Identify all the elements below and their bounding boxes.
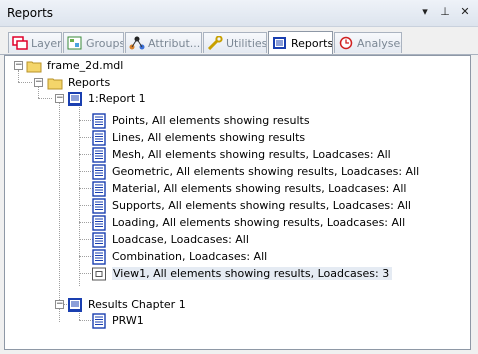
document-icon: [92, 231, 106, 248]
document-icon: [92, 180, 106, 197]
tab-label: Attribut...: [148, 36, 201, 50]
tree-item-combination[interactable]: Combination, Loadcases: All: [91, 248, 267, 265]
tree-item-prw1[interactable]: PRW1: [91, 312, 144, 329]
tab-label: Layers: [31, 36, 62, 50]
tree-item-label: Loading, All elements showing results, L…: [112, 216, 406, 229]
close-icon[interactable]: ✕: [458, 5, 472, 18]
tree-item-label: Supports, All elements showing results, …: [112, 199, 411, 212]
dropdown-arrow-icon[interactable]: ▾: [418, 5, 432, 18]
collapse-toggle[interactable]: −: [34, 78, 43, 87]
tree-node-chapter[interactable]: Results Chapter 1: [67, 296, 186, 313]
document-icon: [92, 112, 106, 129]
tree-node-label: frame_2d.mdl: [47, 59, 124, 72]
document-icon: [92, 129, 106, 146]
tree-item-points[interactable]: Points, All elements showing results: [91, 112, 310, 129]
tree-item-geometric[interactable]: Geometric, All elements showing results,…: [91, 163, 419, 180]
attributes-icon: [129, 36, 145, 50]
tab-label: Analyses: [357, 36, 402, 50]
tree-item-label: Loadcase, Loadcases: All: [112, 233, 249, 246]
groups-icon: [67, 36, 82, 50]
tab-label: Utilities: [226, 36, 267, 50]
tree-item-loadcase[interactable]: Loadcase, Loadcases: All: [91, 231, 249, 248]
tab-layers[interactable]: Layers: [8, 32, 62, 53]
tab-attributes[interactable]: Attribut...: [125, 32, 202, 53]
tree-item-view1[interactable]: View1, All elements showing results, Loa…: [91, 265, 393, 282]
folder-icon: [26, 61, 42, 72]
analyses-icon: [339, 36, 353, 50]
document-icon: [92, 197, 106, 214]
tree-item-loading[interactable]: Loading, All elements showing results, L…: [91, 214, 405, 231]
reports-tree[interactable]: − − − − frame_2d.mdl Reports 1:Report 1 …: [4, 55, 471, 350]
pin-icon[interactable]: ⊥: [438, 5, 452, 18]
document-icon: [92, 312, 106, 329]
utilities-icon: [207, 36, 223, 50]
tree-item-label: Lines, All elements showing results: [112, 131, 306, 144]
document-icon: [92, 248, 106, 265]
report-icon: [68, 91, 82, 106]
panel-titlebar: Reports ▾ ⊥ ✕: [0, 0, 478, 27]
tree-node-report[interactable]: 1:Report 1: [67, 90, 146, 107]
tree-item-label: Combination, Loadcases: All: [112, 250, 268, 263]
tree-item-label: Points, All elements showing results: [112, 114, 310, 127]
tree-item-supports[interactable]: Supports, All elements showing results, …: [91, 197, 411, 214]
tree-item-lines[interactable]: Lines, All elements showing results: [91, 129, 305, 146]
tab-label: Reports: [291, 36, 333, 50]
collapse-toggle[interactable]: −: [55, 300, 64, 309]
panel-title: Reports: [7, 6, 54, 20]
collapse-toggle[interactable]: −: [14, 61, 23, 70]
tree-item-label: Mesh, All elements showing results, Load…: [112, 148, 391, 161]
report-icon: [68, 297, 82, 312]
tree-item-label: PRW1: [112, 314, 144, 327]
tree-node-model[interactable]: frame_2d.mdl: [26, 57, 123, 74]
tree-item-mesh[interactable]: Mesh, All elements showing results, Load…: [91, 146, 391, 163]
tree-node-reports-folder[interactable]: Reports: [47, 74, 110, 91]
tree-item-label: View1, All elements showing results, Loa…: [112, 267, 393, 280]
view-icon: [92, 267, 106, 280]
tab-utilities[interactable]: Utilities: [203, 32, 267, 53]
document-icon: [92, 146, 106, 163]
tab-analyses[interactable]: Analyses: [334, 32, 402, 53]
tree-item-material[interactable]: Material, All elements showing results, …: [91, 180, 406, 197]
document-icon: [92, 214, 106, 231]
tree-node-label: 1:Report 1: [88, 92, 146, 105]
tab-groups[interactable]: Groups: [63, 32, 124, 53]
tree-node-label: Results Chapter 1: [88, 298, 186, 311]
tab-strip: Layers Groups Attribut... Utilities: [0, 28, 478, 55]
tab-reports[interactable]: Reports: [268, 31, 333, 54]
reports-icon: [273, 37, 286, 49]
tab-label: Groups: [86, 36, 124, 50]
layers-icon: [12, 36, 28, 50]
tree-node-label: Reports: [68, 76, 111, 89]
collapse-toggle[interactable]: −: [55, 94, 64, 103]
folder-icon: [47, 78, 63, 89]
document-icon: [92, 163, 106, 180]
tree-item-label: Material, All elements showing results, …: [112, 182, 407, 195]
tree-item-label: Geometric, All elements showing results,…: [112, 165, 420, 178]
